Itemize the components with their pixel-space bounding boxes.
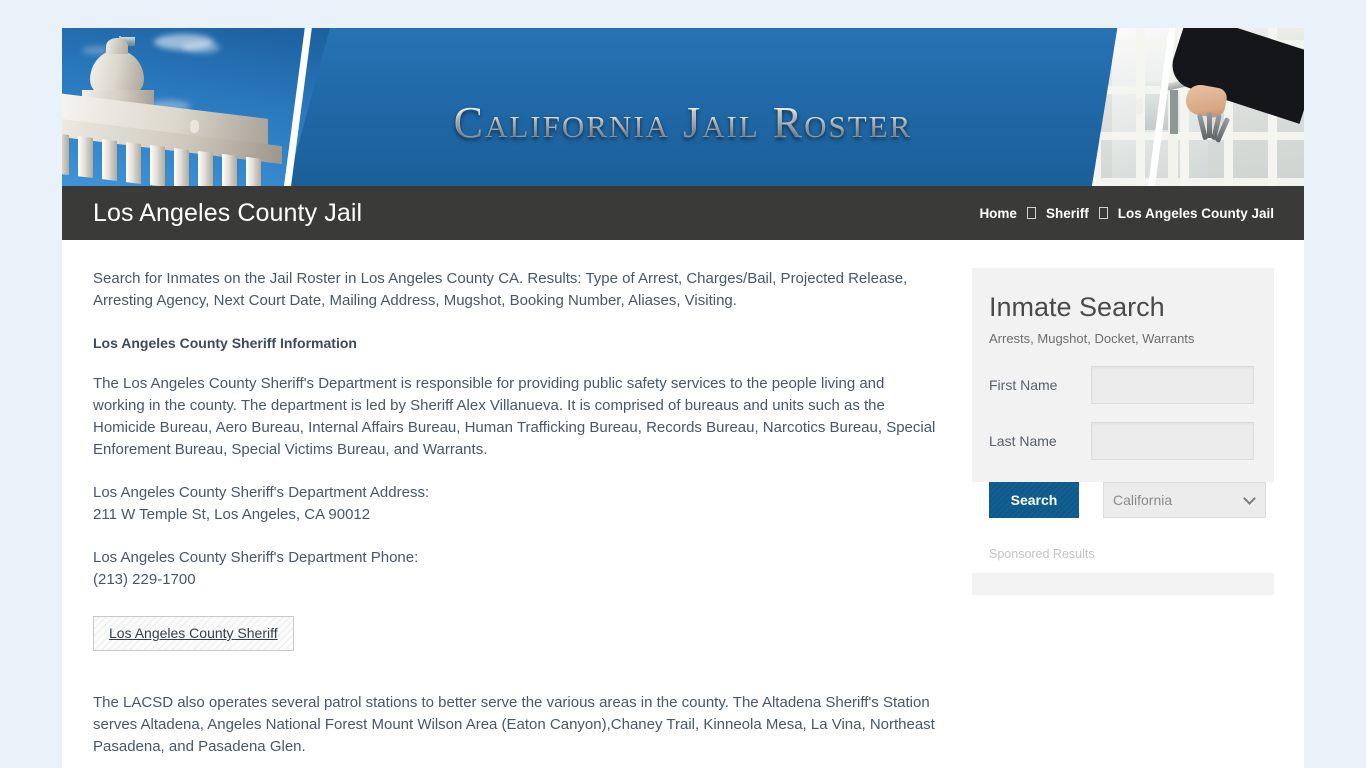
patrol-stations-paragraph: The LACSD also operates several patrol s… — [93, 694, 935, 755]
sheriff-description-paragraph: The Los Angeles County Sheriff's Departm… — [93, 375, 936, 458]
breadcrumb-separator-icon — [1098, 207, 1108, 219]
intro-paragraph: Search for Inmates on the Jail Roster in… — [93, 270, 908, 309]
page-root: California Jail Roster Los Angeles Count… — [0, 0, 1366, 768]
page-title: Los Angeles County Jail — [93, 198, 363, 227]
first-name-row: First Name — [989, 366, 1256, 404]
search-action-row: Search California — [972, 482, 1274, 518]
breadcrumb-item-sheriff[interactable]: Sheriff — [1046, 206, 1089, 221]
sponsored-results-placeholder — [972, 573, 1274, 595]
breadcrumb: Home Sheriff Los Angeles County Jail — [979, 206, 1274, 221]
banner-title: California Jail Roster — [62, 101, 1304, 145]
breadcrumb-item-current: Los Angeles County Jail — [1117, 205, 1274, 221]
page-header-bar: Los Angeles County Jail Home Sheriff Los… — [62, 186, 1304, 240]
department-address-block: Los Angeles County Sheriff's Department … — [93, 482, 938, 526]
inmate-search-subtitle: Arrests, Mugshot, Docket, Warrants — [989, 331, 1195, 346]
search-button[interactable]: Search — [989, 482, 1079, 518]
department-phone-block: Los Angeles County Sheriff's Department … — [93, 547, 938, 591]
state-select-wrap: California — [1091, 482, 1266, 518]
department-phone-value: (213) 229-1700 — [93, 571, 196, 588]
first-name-label: First Name — [989, 377, 1058, 393]
inmate-search-panel: Inmate Search Arrests, Mugshot, Docket, … — [972, 268, 1274, 482]
department-address-value: 211 W Temple St, Los Angeles, CA 90012 — [93, 506, 371, 523]
content-area: Search for Inmates on the Jail Roster in… — [62, 240, 1304, 768]
site-container: California Jail Roster Los Angeles Count… — [62, 28, 1304, 768]
sheriff-info-heading: Los Angeles County Sheriff Information — [93, 335, 357, 351]
last-name-row: Last Name — [989, 422, 1256, 460]
last-name-label: Last Name — [989, 433, 1057, 449]
site-banner: California Jail Roster — [62, 28, 1304, 186]
state-select[interactable]: California — [1103, 482, 1266, 518]
sidebar: Inmate Search Arrests, Mugshot, Docket, … — [972, 268, 1274, 768]
first-name-input[interactable] — [1091, 366, 1254, 404]
breadcrumb-item-home[interactable]: Home — [979, 206, 1017, 221]
cloud-icon — [182, 42, 220, 53]
breadcrumb-separator-icon — [1026, 207, 1036, 219]
los-angeles-county-sheriff-button[interactable]: Los Angeles County Sheriff — [93, 616, 294, 651]
department-address-label: Los Angeles County Sheriff's Department … — [93, 484, 430, 501]
department-phone-label: Los Angeles County Sheriff's Department … — [93, 549, 419, 566]
inmate-search-title: Inmate Search — [989, 292, 1165, 322]
sponsored-results-label: Sponsored Results — [989, 547, 1095, 561]
last-name-input[interactable] — [1091, 422, 1254, 460]
main-column: Search for Inmates on the Jail Roster in… — [93, 268, 938, 768]
